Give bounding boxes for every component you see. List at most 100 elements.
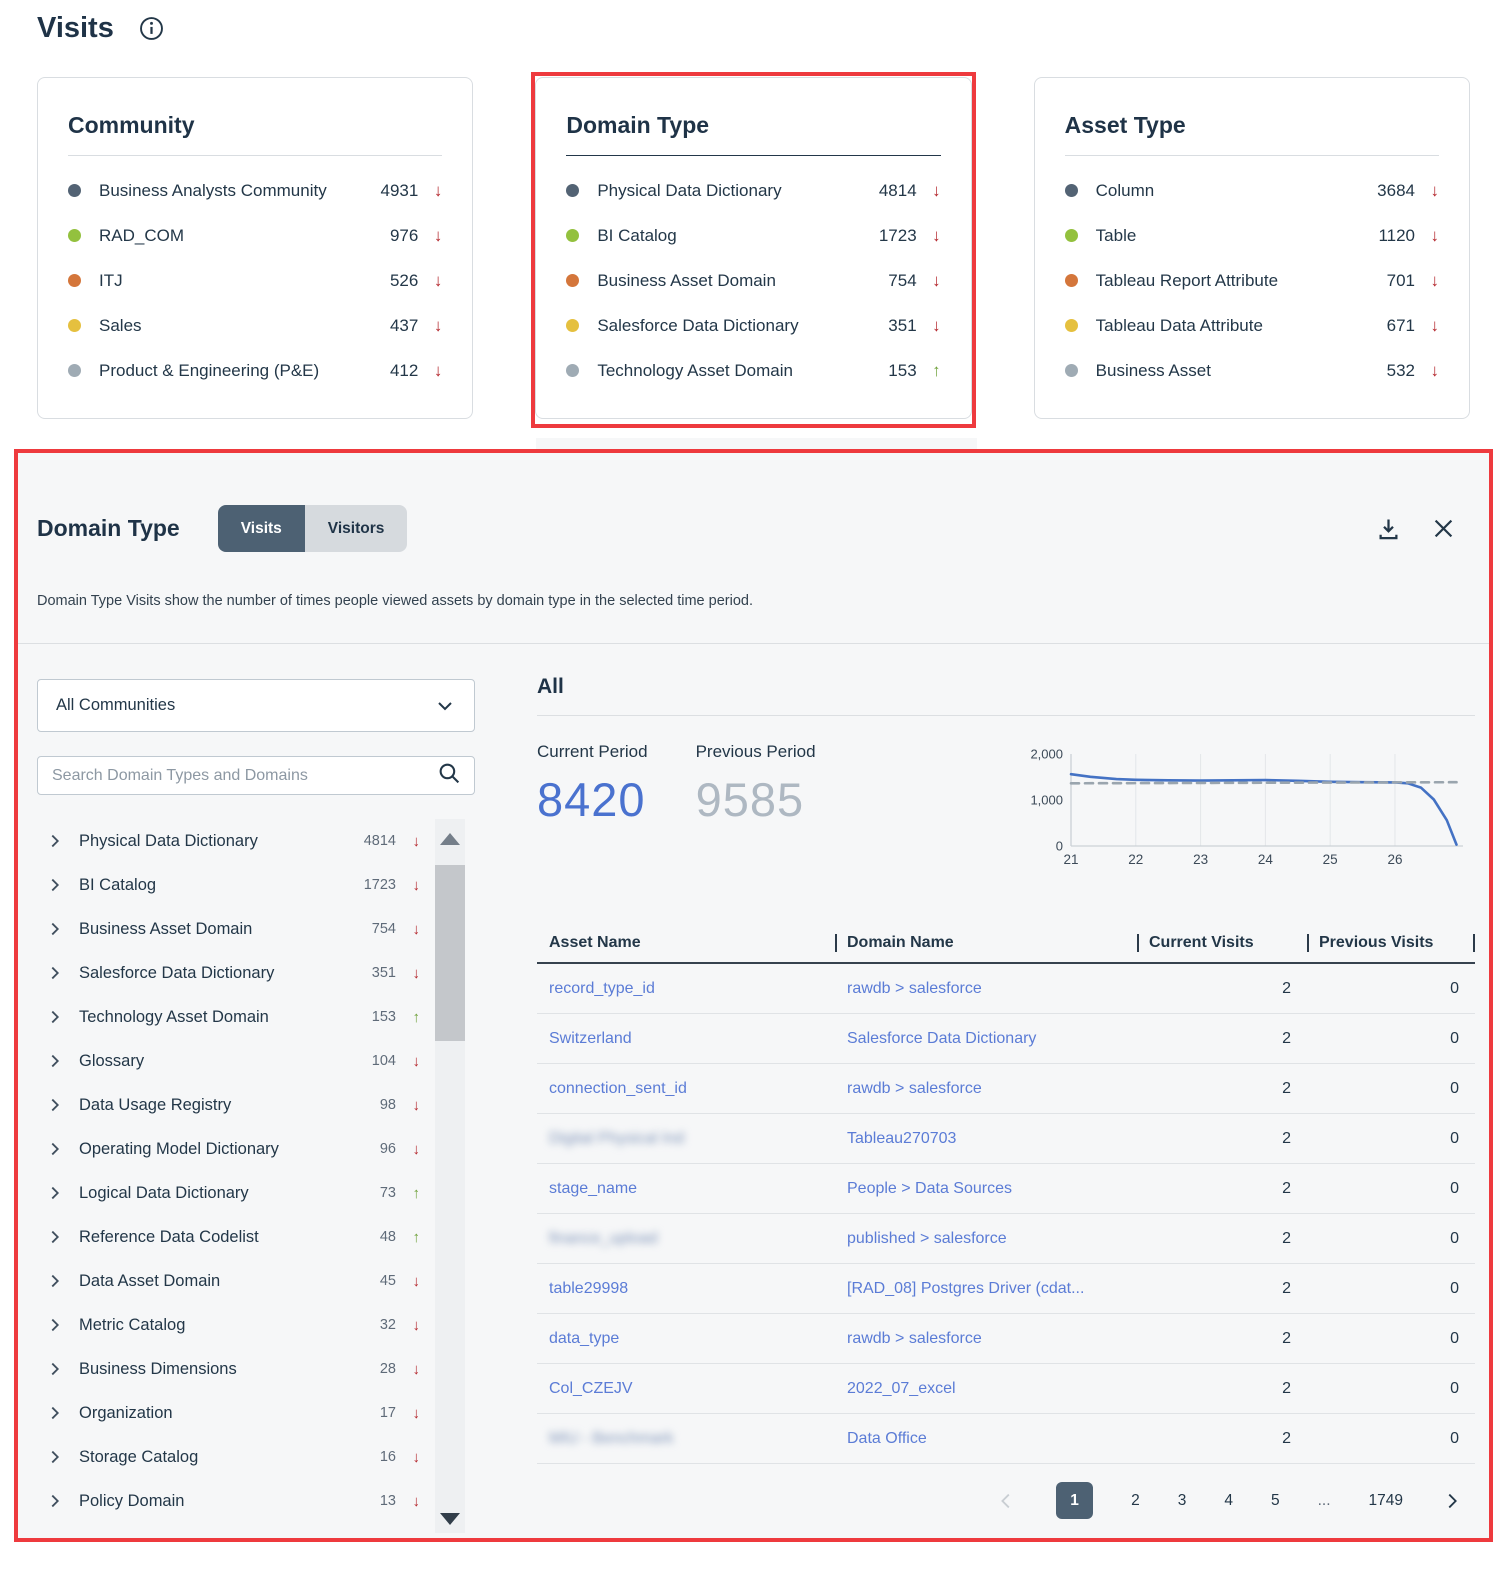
expand-chevron-right-icon[interactable] (45, 1491, 65, 1511)
asset-name-link[interactable]: data_type (537, 1330, 835, 1348)
expand-chevron-right-icon[interactable] (45, 831, 65, 851)
expand-chevron-right-icon[interactable] (45, 1227, 65, 1247)
asset-name-link[interactable]: Digital Physical Ind (537, 1130, 835, 1148)
domain-type-list: Physical Data Dictionary 4814 ↓ BI Catal… (37, 819, 475, 1523)
previous-page-chevron[interactable] (996, 1490, 1018, 1512)
search-input[interactable] (52, 767, 437, 785)
domain-type-list-item[interactable]: Technology Asset Domain 153 ↑ (37, 995, 475, 1039)
page-button-2[interactable]: 2 (1131, 1492, 1140, 1510)
page-button-3[interactable]: 3 (1178, 1492, 1187, 1510)
current-visits-value: 2 (1137, 1130, 1307, 1148)
page-button-4[interactable]: 4 (1224, 1492, 1233, 1510)
series-color-dot (68, 274, 81, 287)
details-column: All Current Period 8420 Previous Period … (537, 675, 1475, 1519)
trend-arrow-icon: ↓ (396, 1317, 420, 1334)
domain-type-list-item[interactable]: Business Dimensions 28 ↓ (37, 1347, 475, 1391)
card-item-label: Business Asset Domain (597, 271, 870, 291)
domain-type-list-item[interactable]: Metric Catalog 32 ↓ (37, 1303, 475, 1347)
expand-chevron-right-icon[interactable] (45, 875, 65, 895)
domain-type-list-item[interactable]: Operating Model Dictionary 96 ↓ (37, 1127, 475, 1171)
domain-name-link[interactable]: Salesforce Data Dictionary (835, 1030, 1137, 1048)
asset-name-link[interactable]: stage_name (537, 1180, 835, 1198)
summary-card[interactable]: Domain Type Physical Data Dictionary 481… (535, 77, 971, 419)
domain-type-list-item[interactable]: Salesforce Data Dictionary 351 ↓ (37, 951, 475, 995)
asset-name-link[interactable]: Col_CZEJV (537, 1380, 835, 1398)
domain-type-list-item[interactable]: Business Asset Domain 754 ↓ (37, 907, 475, 951)
expand-chevron-right-icon[interactable] (45, 1271, 65, 1291)
expand-chevron-right-icon[interactable] (45, 1315, 65, 1335)
expand-chevron-right-icon[interactable] (45, 1403, 65, 1423)
domain-name-link[interactable]: People > Data Sources (835, 1180, 1137, 1198)
series-color-dot (566, 364, 579, 377)
card-item: Technology Asset Domain 153 ↑ (566, 348, 940, 393)
expand-chevron-right-icon[interactable] (45, 1051, 65, 1071)
expand-chevron-right-icon[interactable] (45, 1139, 65, 1159)
expand-chevron-right-icon[interactable] (45, 1007, 65, 1027)
summary-card[interactable]: Community Business Analysts Community 49… (37, 77, 473, 419)
scrollbar-track[interactable] (435, 819, 465, 1533)
domain-type-list-item[interactable]: Storage Catalog 16 ↓ (37, 1435, 475, 1479)
tab-visitors[interactable]: Visitors (305, 505, 408, 552)
domain-name-link[interactable]: rawdb > salesforce (835, 980, 1137, 998)
info-icon[interactable] (138, 15, 165, 42)
close-icon[interactable] (1430, 515, 1457, 542)
card-divider (68, 155, 442, 156)
scrollbar-thumb[interactable] (435, 865, 465, 1041)
domain-type-list-item[interactable]: Reference Data Codelist 48 ↑ (37, 1215, 475, 1259)
domain-name-link[interactable]: [RAD_08] Postgres Driver (cdat... (835, 1280, 1137, 1298)
current-visits-value: 2 (1137, 1280, 1307, 1298)
tab-visits[interactable]: Visits (218, 505, 305, 552)
domain-type-list-item[interactable]: Glossary 104 ↓ (37, 1039, 475, 1083)
card-item-value: 526 (372, 271, 418, 291)
asset-name-link[interactable]: connection_sent_id (537, 1080, 835, 1098)
domain-type-list-item[interactable]: Physical Data Dictionary 4814 ↓ (37, 819, 475, 863)
page-button-5[interactable]: 5 (1271, 1492, 1280, 1510)
scroll-up-arrow[interactable] (440, 833, 460, 845)
card-item-value: 4814 (871, 181, 917, 201)
summary-card[interactable]: Asset Type Column 3684 ↓ Table 1120 ↓ Ta… (1034, 77, 1470, 419)
domain-type-list-item[interactable]: Organization 17 ↓ (37, 1391, 475, 1435)
asset-name-link[interactable]: Switzerland (537, 1030, 835, 1048)
asset-name-link[interactable]: finance_upload (537, 1230, 835, 1248)
domain-name-link[interactable]: published > salesforce (835, 1230, 1137, 1248)
domain-type-list-item[interactable]: Logical Data Dictionary 73 ↑ (37, 1171, 475, 1215)
expand-chevron-right-icon[interactable] (45, 963, 65, 983)
expand-chevron-right-icon[interactable] (45, 1095, 65, 1115)
asset-name-link[interactable]: MIU - Benchmark (537, 1430, 835, 1448)
expand-chevron-right-icon[interactable] (45, 1183, 65, 1203)
card-item: Product & Engineering (P&E) 412 ↓ (68, 348, 442, 393)
series-color-dot (1065, 184, 1078, 197)
previous-visits-value: 0 (1307, 1330, 1475, 1348)
next-page-chevron[interactable] (1441, 1490, 1463, 1512)
community-filter-dropdown[interactable]: All Communities (37, 679, 475, 732)
download-icon[interactable] (1375, 515, 1402, 542)
assets-table-header: Asset NameDomain NameCurrent VisitsPrevi… (537, 924, 1475, 964)
domain-type-list-item[interactable]: Data Usage Registry 98 ↓ (37, 1083, 475, 1127)
scroll-down-arrow[interactable] (440, 1513, 460, 1525)
expand-chevron-right-icon[interactable] (45, 1359, 65, 1379)
svg-text:0: 0 (1056, 839, 1063, 854)
domain-type-list-item[interactable]: Policy Domain 13 ↓ (37, 1479, 475, 1523)
domain-type-count: 153 (354, 1009, 396, 1025)
series-color-dot (1065, 319, 1078, 332)
expand-chevron-right-icon[interactable] (45, 919, 65, 939)
domain-name-link[interactable]: Data Office (835, 1430, 1137, 1448)
trend-arrow-icon: ↓ (396, 1097, 420, 1114)
stats-row: Current Period 8420 Previous Period 9585… (537, 742, 1475, 874)
asset-name-link[interactable]: table29998 (537, 1280, 835, 1298)
expand-chevron-right-icon[interactable] (45, 1447, 65, 1467)
card-item-value: 754 (871, 271, 917, 291)
asset-name-link[interactable]: record_type_id (537, 980, 835, 998)
domain-name-link[interactable]: Tableau270703 (835, 1130, 1137, 1148)
card-item-label: Table (1096, 226, 1369, 246)
panel-divider (18, 643, 1489, 644)
card-item-label: ITJ (99, 271, 372, 291)
domain-type-list-item[interactable]: BI Catalog 1723 ↓ (37, 863, 475, 907)
domain-name-link[interactable]: rawdb > salesforce (835, 1330, 1137, 1348)
page-button-1[interactable]: 1 (1056, 1482, 1093, 1519)
domain-type-list-item[interactable]: Data Asset Domain 45 ↓ (37, 1259, 475, 1303)
page-button-1749[interactable]: 1749 (1369, 1492, 1403, 1510)
domain-name-link[interactable]: 2022_07_excel (835, 1380, 1137, 1398)
domain-name-link[interactable]: rawdb > salesforce (835, 1080, 1137, 1098)
table-row: table29998 [RAD_08] Postgres Driver (cda… (537, 1264, 1475, 1314)
